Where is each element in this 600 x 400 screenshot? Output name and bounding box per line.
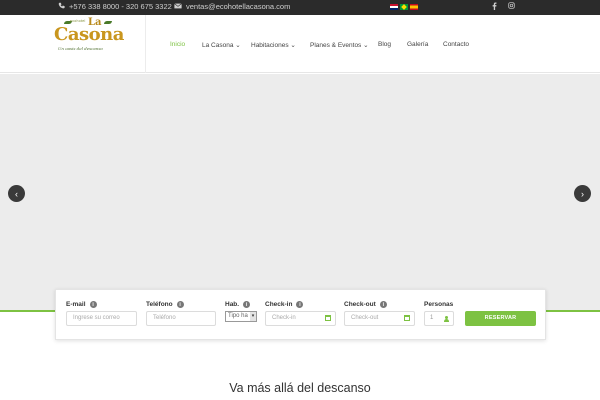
nav-item-galeria[interactable]: Galería xyxy=(407,41,428,48)
phone-number: +576 338 8000 - 320 675 3322 xyxy=(69,2,172,11)
calendar-icon xyxy=(325,315,331,321)
chevron-left-icon: ‹ xyxy=(15,188,18,199)
chevron-down-icon: ⌄ xyxy=(363,42,369,49)
checkin-field[interactable]: Check-in xyxy=(265,311,336,326)
phone-icon xyxy=(58,2,65,11)
email-field[interactable]: Ingrese su correo xyxy=(66,311,137,326)
info-icon[interactable]: i xyxy=(176,301,184,308)
booking-form: E-mail i Ingrese su correo Teléfono i Te… xyxy=(55,289,546,340)
social-links xyxy=(492,2,515,12)
email-address: ventas@ecohotellacasona.com xyxy=(186,2,291,11)
room-type-select[interactable]: Tipo ha ▾ xyxy=(225,311,257,322)
section-headline: Va más allá del descanso xyxy=(229,381,371,395)
phone-label: Teléfono i xyxy=(146,301,184,308)
room-label: Hab. i xyxy=(225,301,251,308)
info-icon[interactable]: i xyxy=(379,301,387,308)
info-icon[interactable]: i xyxy=(89,301,97,308)
logo-small-text: ecohotel xyxy=(70,19,86,23)
checkin-label: Check-in i xyxy=(265,301,304,308)
logo-name: Casona xyxy=(54,24,124,45)
nav-item-planes-eventos[interactable]: Planes & Eventos ⌄ xyxy=(310,41,369,49)
slider-next-button[interactable]: › xyxy=(574,185,591,202)
header-divider xyxy=(145,15,146,73)
slider-prev-button[interactable]: ‹ xyxy=(8,185,25,202)
checkout-field[interactable]: Check-out xyxy=(344,311,415,326)
info-icon[interactable]: i xyxy=(243,301,251,308)
email-label: E-mail i xyxy=(66,301,97,308)
person-icon xyxy=(444,316,449,322)
email-contact[interactable]: ventas@ecohotellacasona.com xyxy=(174,2,290,11)
logo-tagline: Un oasis del descanso xyxy=(58,46,103,51)
envelope-icon xyxy=(174,2,182,11)
phone-field[interactable]: Teléfono xyxy=(146,311,216,326)
info-icon[interactable]: i xyxy=(296,301,304,308)
instagram-icon[interactable] xyxy=(508,2,515,12)
nav-item-contacto[interactable]: Contacto xyxy=(443,41,469,48)
nav-item-la-casona[interactable]: La Casona ⌄ xyxy=(202,41,241,49)
phone-contact[interactable]: +576 338 8000 - 320 675 3322 xyxy=(58,2,172,11)
chevron-down-icon: ⌄ xyxy=(235,42,241,49)
persons-field[interactable]: 1 xyxy=(424,311,454,326)
chevron-down-icon: ⌄ xyxy=(290,42,296,49)
chevron-down-icon: ▾ xyxy=(250,312,256,321)
checkout-label: Check-out i xyxy=(344,301,387,308)
nav-item-inicio[interactable]: Inicio xyxy=(170,41,185,48)
en-flag-icon[interactable] xyxy=(390,4,398,10)
calendar-icon xyxy=(404,315,410,321)
reserve-button[interactable]: RESERVAR xyxy=(465,311,536,326)
pt-flag-icon[interactable] xyxy=(400,4,408,10)
site-logo[interactable]: ecohotel La Casona Un oasis del descanso xyxy=(54,17,124,63)
language-selector xyxy=(390,4,418,10)
es-flag-icon[interactable] xyxy=(410,4,418,10)
top-bar: +576 338 8000 - 320 675 3322 ventas@ecoh… xyxy=(0,0,600,15)
facebook-icon[interactable] xyxy=(492,2,497,12)
nav-item-habitaciones[interactable]: Habitaciones ⌄ xyxy=(251,41,296,49)
chevron-right-icon: › xyxy=(581,188,584,199)
persons-label: Personas xyxy=(424,301,454,308)
hero-slider[interactable] xyxy=(0,74,600,312)
nav-item-blog[interactable]: Blog xyxy=(378,41,391,48)
